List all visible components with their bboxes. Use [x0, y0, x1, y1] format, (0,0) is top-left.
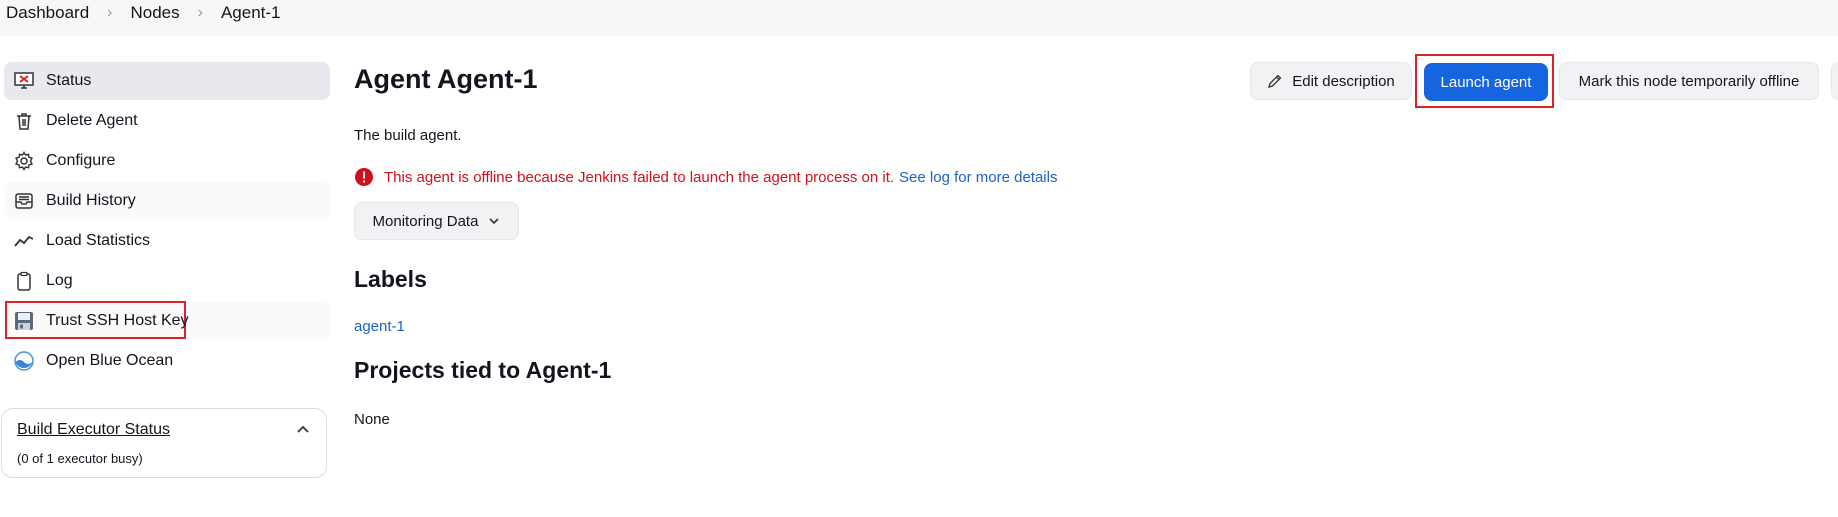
breadcrumb-agent[interactable]: Agent-1	[221, 3, 281, 23]
sidebar-item-configure[interactable]: Configure	[4, 142, 330, 180]
error-icon	[355, 168, 373, 186]
labels-heading: Labels	[354, 266, 427, 292]
sidebar: Status Delete Agent Configure Build Hist…	[4, 62, 330, 382]
inbox-icon	[15, 193, 33, 209]
sidebar-item-log[interactable]: Log	[4, 262, 330, 300]
sidebar-item-trust-ssh-host-key[interactable]: Trust SSH Host Key	[4, 301, 330, 340]
monitor-offline-icon	[14, 72, 34, 89]
projects-value: None	[354, 411, 390, 428]
sidebar-item-label: Load Statistics	[46, 232, 151, 249]
sidebar-item-build-history[interactable]: Build History	[4, 182, 330, 220]
sidebar-item-label: Open Blue Ocean	[46, 352, 174, 369]
sidebar-item-load-statistics[interactable]: Load Statistics	[4, 222, 330, 260]
see-log-link[interactable]: See log for more details	[899, 169, 1057, 186]
edit-description-button[interactable]: Edit description	[1250, 62, 1412, 100]
floppy-disk-icon	[15, 312, 33, 330]
agent-description: The build agent.	[354, 127, 462, 144]
page-title: Agent Agent-1	[354, 64, 538, 94]
monitoring-data-label: Monitoring Data	[372, 212, 479, 230]
sidebar-item-label: Status	[46, 72, 92, 89]
build-executor-status-panel: Build Executor Status (0 of 1 executor b…	[1, 408, 327, 478]
blue-ocean-icon	[14, 351, 34, 371]
clipboard-icon	[17, 271, 31, 291]
sidebar-item-label: Log	[46, 272, 73, 289]
offline-alert: This agent is offline because Jenkins fa…	[354, 167, 1057, 187]
trash-icon	[17, 113, 31, 130]
breadcrumb-nodes[interactable]: Nodes	[131, 3, 180, 23]
mark-offline-button[interactable]: Mark this node temporarily offline	[1559, 62, 1819, 100]
monitoring-data-dropdown[interactable]: Monitoring Data	[354, 202, 519, 240]
build-executor-status-link[interactable]: Build Executor Status	[17, 421, 170, 439]
gear-icon	[14, 151, 34, 171]
launch-agent-button[interactable]: Launch agent	[1424, 63, 1548, 101]
sidebar-item-label: Trust SSH Host Key	[46, 312, 189, 329]
edit-description-label: Edit description	[1292, 72, 1395, 90]
sidebar-item-delete-agent[interactable]: Delete Agent	[4, 102, 330, 140]
sidebar-item-label: Configure	[46, 152, 116, 169]
breadcrumb-separator: ›	[197, 4, 203, 21]
more-actions-button[interactable]	[1831, 62, 1838, 100]
chevron-up-icon[interactable]	[296, 423, 310, 437]
chevron-down-icon	[489, 218, 500, 225]
sidebar-item-label: Build History	[46, 192, 136, 209]
projects-heading: Projects tied to Agent-1	[354, 357, 612, 383]
breadcrumb-separator: ›	[107, 4, 113, 21]
trend-line-icon	[14, 235, 34, 247]
pencil-icon	[1268, 74, 1282, 88]
sidebar-item-open-blue-ocean[interactable]: Open Blue Ocean	[4, 342, 330, 380]
label-link[interactable]: agent-1	[354, 318, 405, 335]
sidebar-item-label: Delete Agent	[46, 112, 138, 129]
executor-busy-count: (0 of 1 executor busy)	[17, 451, 143, 466]
sidebar-item-status[interactable]: Status	[4, 62, 330, 100]
breadcrumb-dashboard[interactable]: Dashboard	[6, 3, 89, 23]
alert-message: This agent is offline because Jenkins fa…	[384, 168, 895, 186]
breadcrumb: Dashboard › Nodes › Agent-1	[6, 3, 281, 23]
breadcrumb-bar: Dashboard › Nodes › Agent-1	[0, 0, 1838, 36]
